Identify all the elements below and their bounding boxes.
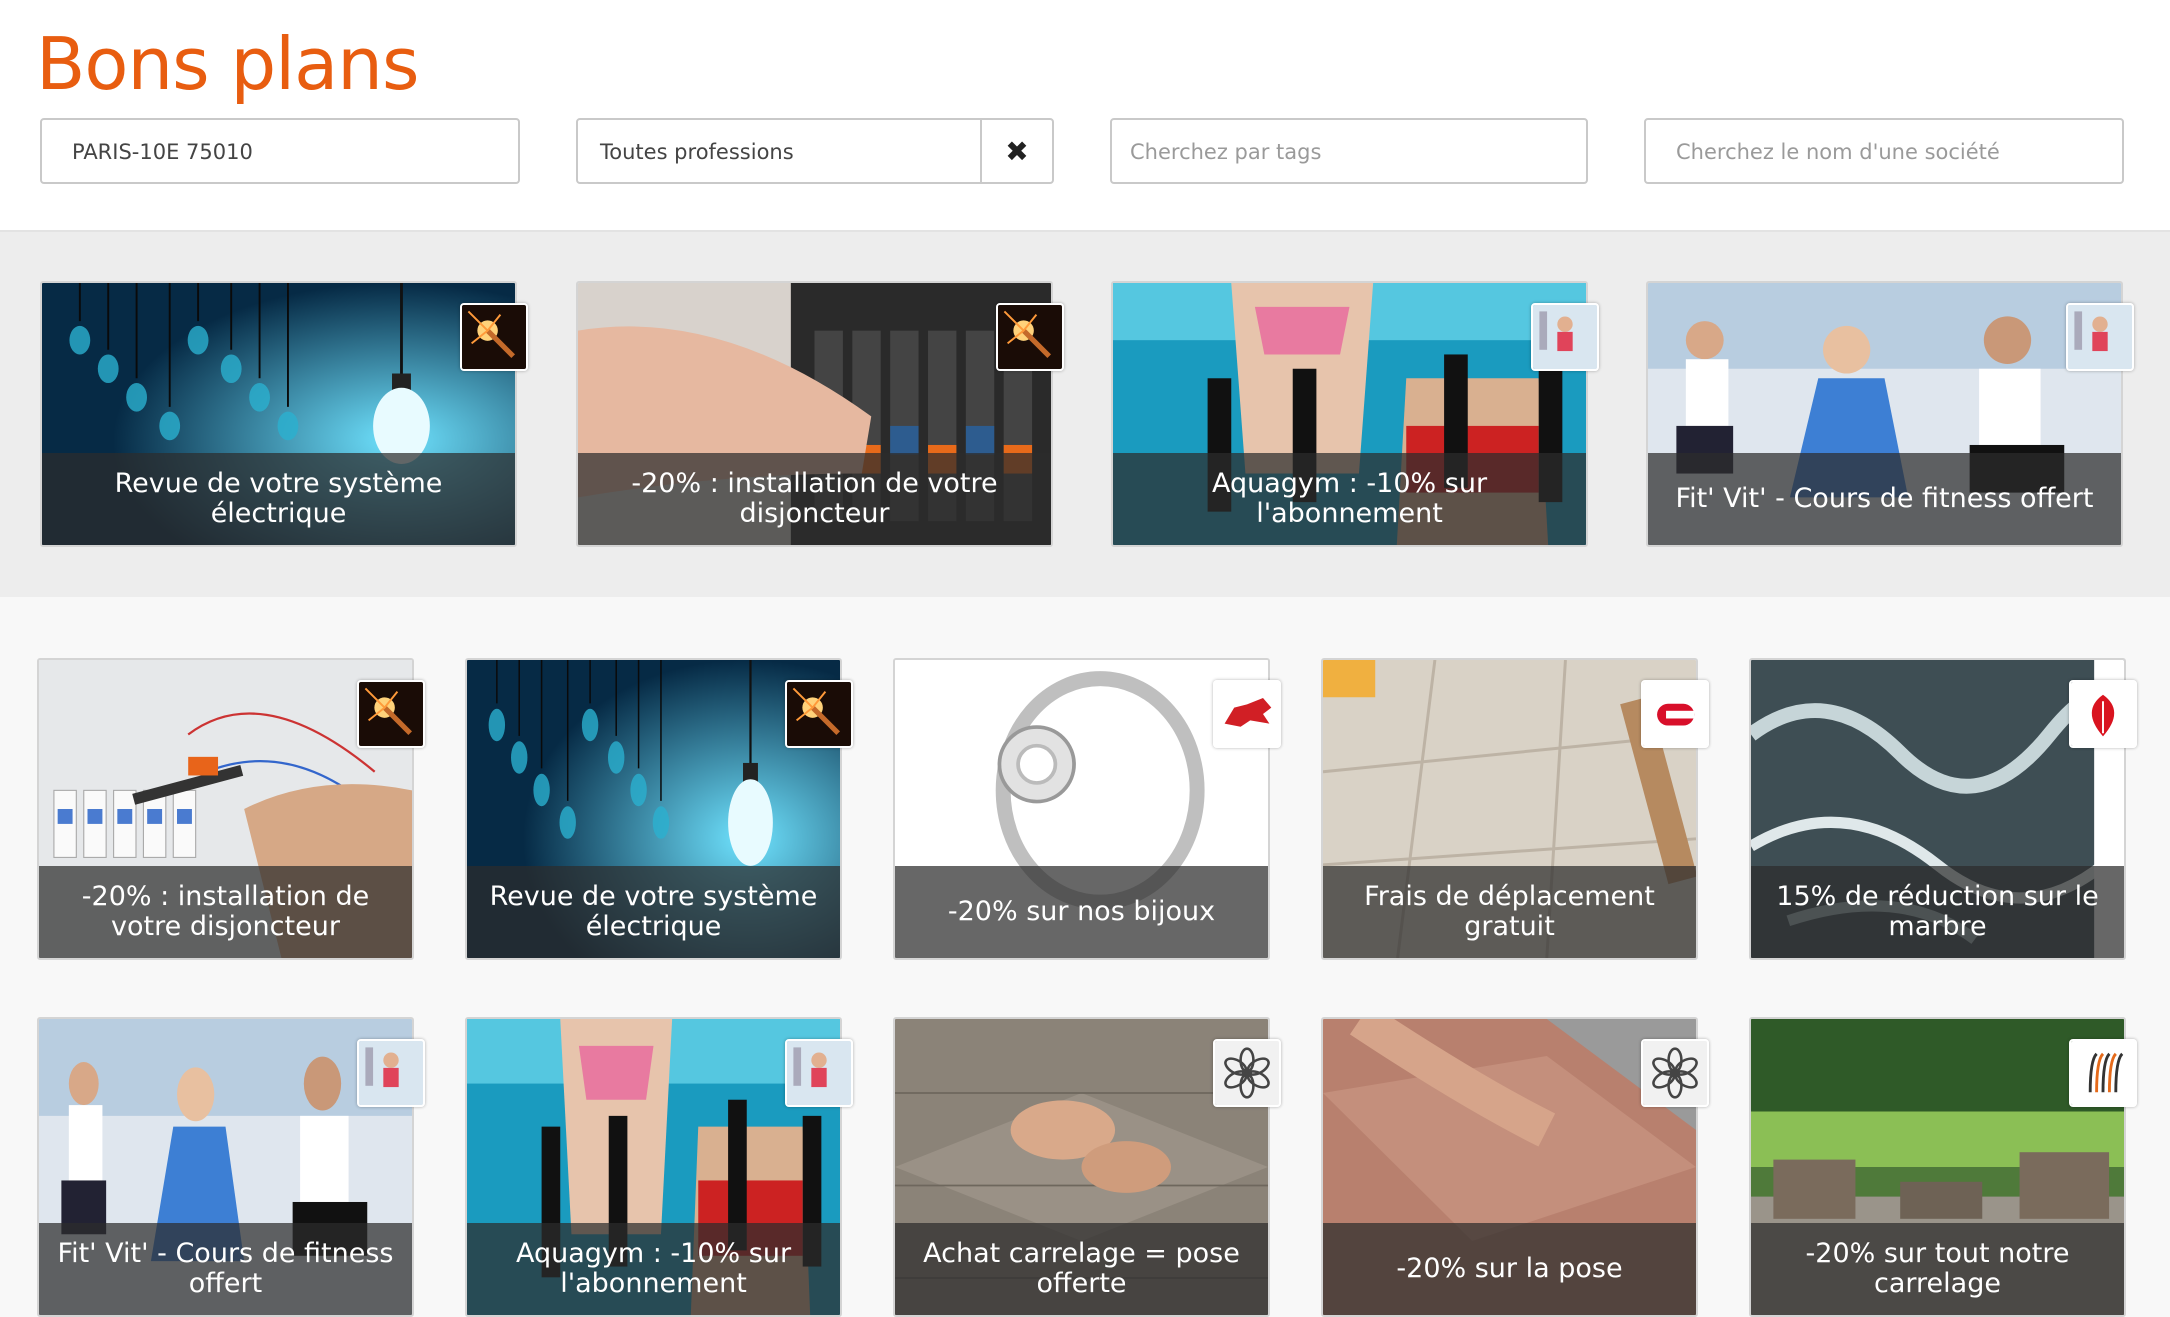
- sparkler-icon: [785, 680, 853, 748]
- profession-value: Toutes professions: [600, 140, 794, 164]
- fitness-icon: [357, 1039, 425, 1107]
- profession-select[interactable]: Toutes professions ✖: [576, 118, 1054, 184]
- card-caption: Aquagym : -10% sur l'abonnement: [467, 1223, 840, 1315]
- card-caption: Achat carrelage = pose offerte: [895, 1223, 1268, 1315]
- fitness-icon: [2066, 303, 2134, 371]
- fitness-icon: [1531, 303, 1599, 371]
- card-caption: Revue de votre système électrique: [42, 453, 515, 545]
- sparkler-icon: [460, 303, 528, 371]
- header: Bons plans PARIS-10E 75010 Toutes profes…: [0, 0, 2170, 232]
- tags-search-placeholder: Cherchez par tags: [1130, 140, 1322, 164]
- location-field[interactable]: PARIS-10E 75010: [40, 118, 520, 184]
- card-caption: -20% sur nos bijoux: [895, 866, 1268, 958]
- bull-logo-icon: [1213, 680, 1281, 748]
- card-caption: Frais de déplacement gratuit: [1323, 866, 1696, 958]
- close-icon: ✖: [1005, 134, 1029, 168]
- flower-logo-icon: [1641, 1039, 1709, 1107]
- tags-search-input[interactable]: Cherchez par tags: [1110, 118, 1588, 184]
- sparkler-icon: [996, 303, 1064, 371]
- fitness-icon: [785, 1039, 853, 1107]
- card-caption: Revue de votre système électrique: [467, 866, 840, 958]
- card-caption: Fit' Vit' - Cours de fitness offert: [1648, 453, 2121, 545]
- featured-card[interactable]: Revue de votre système électrique: [40, 281, 517, 547]
- red-c-logo-icon: [1641, 680, 1709, 748]
- card-caption: -20% : installation de votre disjoncteur: [39, 866, 412, 958]
- card-caption: Fit' Vit' - Cours de fitness offert: [39, 1223, 412, 1315]
- featured-card[interactable]: Aquagym : -10% sur l'abonnement: [1111, 281, 1588, 547]
- page-title: Bons plans: [36, 22, 419, 106]
- sparkler-icon: [357, 680, 425, 748]
- card-caption: -20% sur la pose: [1323, 1223, 1696, 1315]
- company-search-input[interactable]: Cherchez le nom d'une société: [1644, 118, 2124, 184]
- stripes-logo-icon: [2069, 1039, 2137, 1107]
- red-leaf-logo-icon: [2069, 680, 2137, 748]
- location-value: PARIS-10E 75010: [72, 140, 253, 164]
- flower-logo-icon: [1213, 1039, 1281, 1107]
- company-search-placeholder: Cherchez le nom d'une société: [1676, 140, 2000, 164]
- card-caption: -20% : installation de votre disjoncteur: [578, 453, 1051, 545]
- featured-card[interactable]: Fit' Vit' - Cours de fitness offert: [1646, 281, 2123, 547]
- card-caption: Aquagym : -10% sur l'abonnement: [1113, 453, 1586, 545]
- card-caption: -20% sur tout notre carrelage: [1751, 1223, 2124, 1315]
- card-caption: 15% de réduction sur le marbre: [1751, 866, 2124, 958]
- clear-profession-button[interactable]: ✖: [980, 120, 1052, 182]
- featured-card[interactable]: -20% : installation de votre disjoncteur: [576, 281, 1053, 547]
